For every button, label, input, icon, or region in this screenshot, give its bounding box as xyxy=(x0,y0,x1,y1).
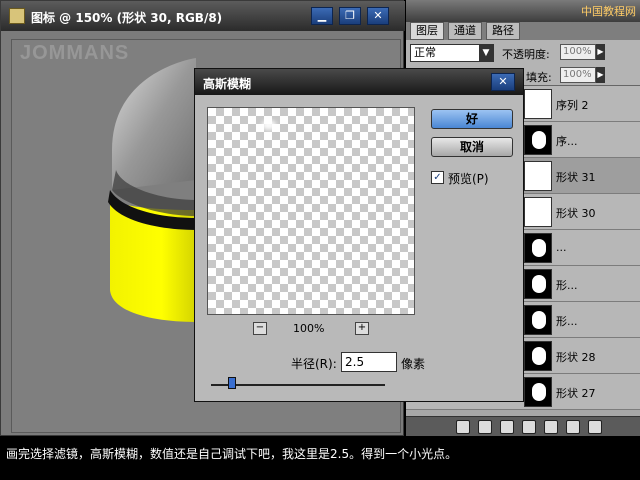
link-icon[interactable] xyxy=(456,420,470,434)
radius-unit: 像素 xyxy=(401,357,426,371)
layer-name: 形状 30 xyxy=(556,207,596,220)
mask-icon[interactable] xyxy=(500,420,514,434)
adjustment-icon[interactable] xyxy=(522,420,536,434)
document-title: 图标 @ 150% (形状 30, RGB/8) xyxy=(31,11,223,25)
radius-label: 半径(R): xyxy=(291,357,337,371)
mask-shape xyxy=(532,383,546,401)
layer-name: 形状 28 xyxy=(556,351,596,364)
radius-input[interactable]: 2.5 xyxy=(341,352,397,372)
gaussian-blur-dialog: 高斯模糊 ✕ − 100% + 好 取消 ✓ 预览(P) 半径(R): 2.5 … xyxy=(194,68,524,402)
zoom-value: 100% xyxy=(293,322,325,335)
layer-thumbnail xyxy=(524,341,552,371)
site-watermark: 中国教程网 xyxy=(581,5,636,18)
layer-name: ... xyxy=(556,241,567,254)
radius-slider-thumb[interactable] xyxy=(227,377,236,389)
ok-button[interactable]: 好 xyxy=(431,109,513,129)
folder-icon[interactable] xyxy=(544,420,558,434)
document-titlebar[interactable]: 图标 @ 150% (形状 30, RGB/8) ▁ ❐ ✕ xyxy=(1,1,405,31)
trash-icon[interactable] xyxy=(588,420,602,434)
panel-footer xyxy=(406,416,640,436)
opacity-input[interactable]: 100% xyxy=(560,44,596,60)
restore-icon[interactable]: ❐ xyxy=(339,7,361,25)
blend-mode-select[interactable]: 正常 ▼ xyxy=(410,44,494,62)
opacity-label: 不透明度: xyxy=(502,48,550,61)
minimize-icon[interactable]: ▁ xyxy=(311,7,333,25)
layer-thumbnail xyxy=(524,269,552,299)
layer-name: 形状 31 xyxy=(556,171,596,184)
preview-checkbox[interactable]: ✓ xyxy=(431,171,444,184)
mask-shape xyxy=(532,131,546,149)
layer-thumbnail xyxy=(524,125,552,155)
zoom-out-button[interactable]: − xyxy=(253,322,267,335)
blend-mode-value: 正常 xyxy=(414,46,436,59)
fill-input[interactable]: 100% xyxy=(560,67,596,83)
layer-name: 序列 2 xyxy=(556,99,589,112)
tab-paths[interactable]: 路径 xyxy=(486,22,520,40)
chevron-down-icon: ▼ xyxy=(479,45,493,61)
fx-icon[interactable] xyxy=(478,420,492,434)
dialog-titlebar[interactable]: 高斯模糊 ✕ xyxy=(195,69,523,95)
tab-channels[interactable]: 通道 xyxy=(448,22,482,40)
layer-thumbnail xyxy=(524,233,552,263)
zoom-in-button[interactable]: + xyxy=(355,322,369,335)
mask-shape xyxy=(532,311,546,329)
fill-label: 填充: xyxy=(526,71,552,84)
light-spot xyxy=(262,120,276,130)
layer-thumbnail xyxy=(524,377,552,407)
layer-thumbnail xyxy=(524,161,552,191)
panel-tabs: 图层 通道 路径 xyxy=(406,20,640,40)
opacity-arrow-icon[interactable]: ▶ xyxy=(596,44,605,60)
photoshop-doc-icon xyxy=(9,8,25,24)
close-icon[interactable]: ✕ xyxy=(367,7,389,25)
preview-label[interactable]: 预览(P) xyxy=(448,170,489,187)
blur-preview[interactable] xyxy=(207,107,415,315)
layer-name: 序... xyxy=(556,135,578,148)
panel-header: 中国教程网 xyxy=(406,0,640,22)
mask-shape xyxy=(532,347,546,365)
radius-slider-track[interactable] xyxy=(211,384,385,386)
layer-thumbnail xyxy=(524,197,552,227)
fill-arrow-icon[interactable]: ▶ xyxy=(596,67,605,83)
mask-shape xyxy=(532,239,546,257)
dialog-close-icon[interactable]: ✕ xyxy=(491,73,515,91)
new-layer-icon[interactable] xyxy=(566,420,580,434)
layer-name: 形状 27 xyxy=(556,387,596,400)
layer-name: 形... xyxy=(556,279,578,292)
cancel-button[interactable]: 取消 xyxy=(431,137,513,157)
tutorial-caption: 画完选择滤镜，高斯模糊，数值还是自己调试下吧，我这里是2.5。得到一个小光点。 xyxy=(6,447,458,461)
mask-shape xyxy=(532,275,546,293)
layer-thumbnail xyxy=(524,89,552,119)
layer-name: 形... xyxy=(556,315,578,328)
layer-thumbnail xyxy=(524,305,552,335)
tab-layers[interactable]: 图层 xyxy=(410,22,444,40)
dialog-title: 高斯模糊 xyxy=(203,77,252,91)
